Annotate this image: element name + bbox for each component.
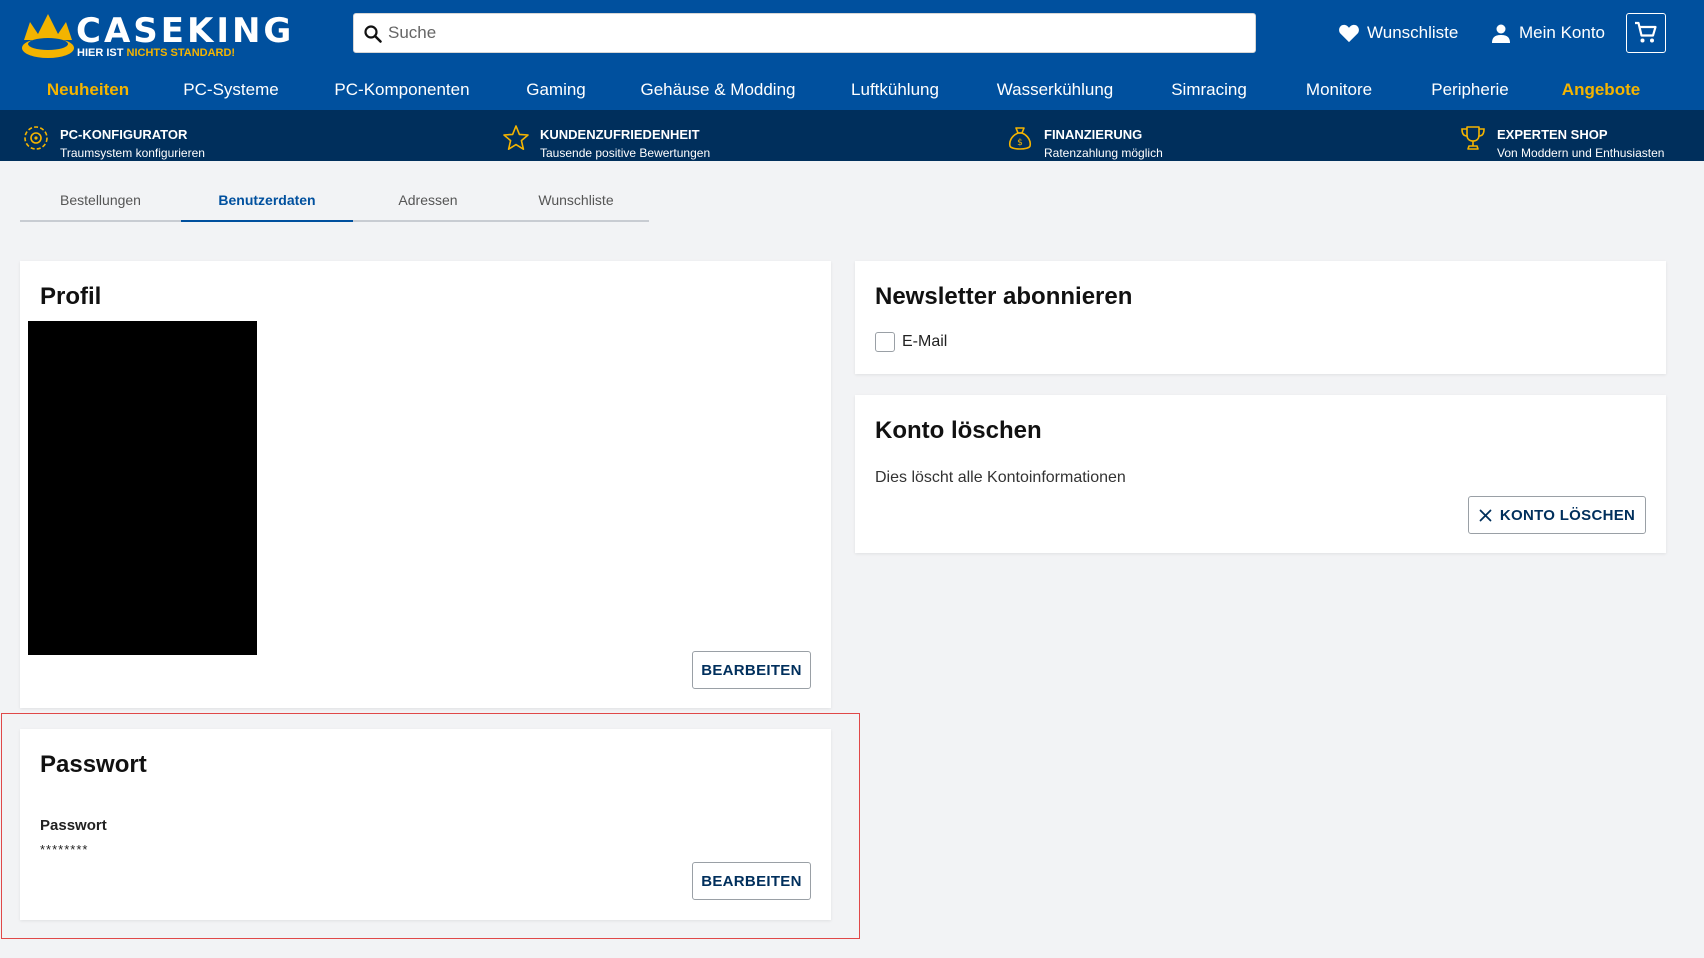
nav-item-pc-komponenten[interactable]: PC-Komponenten	[334, 80, 469, 100]
wishlist-link[interactable]: Wunschliste	[1338, 22, 1458, 44]
crown-logo-icon	[22, 14, 74, 58]
redacted-profile-data	[28, 321, 257, 655]
usp-subtitle: Tausende positive Bewertungen	[540, 146, 711, 160]
delete-account-description: Dies löscht alle Kontoinformationen	[875, 469, 1126, 486]
brand-name: CASEKING	[76, 11, 295, 51]
delete-account-button-label: KONTO LÖSCHEN	[1499, 506, 1636, 524]
profile-title: Profil	[40, 283, 102, 310]
usp-title: EXPERTEN SHOP	[1497, 127, 1608, 142]
gear-cog-icon	[24, 126, 48, 150]
brand-tagline: HIER IST NICHTS STANDARD!	[77, 47, 235, 59]
usp-title: PC-KONFIGURATOR	[60, 127, 188, 142]
highlight-box	[1, 713, 860, 939]
nav-item-gaming[interactable]: Gaming	[526, 80, 586, 100]
svg-text:$: $	[1017, 138, 1023, 148]
nav-item-gehaeuse-modding[interactable]: Gehäuse & Modding	[641, 80, 796, 100]
user-icon	[1492, 24, 1510, 43]
close-icon	[1479, 509, 1492, 521]
tab-adressen[interactable]: Adressen	[353, 190, 503, 222]
page: CASEKING HIER IST NICHTS STANDARD! Wunsc…	[0, 0, 1704, 958]
account-label: Mein Konto	[1519, 23, 1605, 42]
delete-account-button[interactable]: KONTO LÖSCHEN	[1468, 496, 1646, 534]
account-tabs: Bestellungen Benutzerdaten Adressen Wuns…	[20, 190, 649, 222]
usp-title: FINANZIERUNG	[1044, 127, 1143, 142]
site-header: CASEKING HIER IST NICHTS STANDARD! Wunsc…	[0, 0, 1704, 161]
email-checkbox-label[interactable]: E-Mail	[902, 333, 947, 351]
delete-account-title: Konto löschen	[875, 417, 1042, 444]
tagline-accent: NICHTS STANDARD!	[126, 47, 236, 59]
header-top-bar: CASEKING HIER IST NICHTS STANDARD! Wunsc…	[0, 0, 1704, 68]
cart-button[interactable]	[1626, 13, 1666, 53]
search-input[interactable]	[388, 14, 1248, 52]
search-icon[interactable]	[364, 25, 382, 43]
usp-subtitle: Ratenzahlung möglich	[1044, 146, 1163, 160]
caseking-logo[interactable]: CASEKING HIER IST NICHTS STANDARD!	[20, 8, 291, 62]
account-link[interactable]: Mein Konto	[1490, 22, 1605, 44]
wishlist-label: Wunschliste	[1367, 23, 1459, 42]
newsletter-card: Newsletter abonnieren E-Mail	[855, 261, 1666, 374]
shopping-cart-icon	[1635, 21, 1657, 43]
profile-edit-button[interactable]: BEARBEITEN	[692, 651, 811, 689]
nav-item-wasserkuehlung[interactable]: Wasserkühlung	[997, 80, 1114, 100]
nav-item-monitore[interactable]: Monitore	[1306, 80, 1372, 100]
delete-account-card: Konto löschen Dies löscht alle Kontoinfo…	[855, 395, 1666, 553]
nav-item-luftkuehlung[interactable]: Luftkühlung	[851, 80, 939, 100]
usp-title: KUNDENZUFRIEDENHEIT	[540, 127, 700, 142]
nav-item-peripherie[interactable]: Peripherie	[1431, 80, 1509, 100]
tab-benutzerdaten[interactable]: Benutzerdaten	[181, 190, 353, 222]
tab-bestellungen[interactable]: Bestellungen	[20, 190, 181, 222]
nav-item-pc-systeme[interactable]: PC-Systeme	[183, 80, 278, 100]
heart-icon	[1339, 24, 1359, 43]
star-icon	[503, 125, 529, 150]
main-navigation: Neuheiten PC-Systeme PC-Komponenten Gami…	[0, 72, 1704, 106]
usp-bar: PC-KONFIGURATOR Traumsystem konfiguriere…	[0, 110, 1704, 161]
search-bar	[353, 13, 1256, 53]
trophy-icon	[1461, 126, 1485, 150]
profile-card: Profil BEARBEITEN	[20, 261, 831, 708]
money-bag-icon: $	[1008, 127, 1032, 150]
nav-item-simracing[interactable]: Simracing	[1171, 80, 1247, 100]
newsletter-title: Newsletter abonnieren	[875, 283, 1133, 310]
usp-subtitle: Von Moddern und Enthusiasten	[1497, 146, 1665, 160]
nav-item-angebote[interactable]: Angebote	[1562, 80, 1640, 100]
nav-item-neuheiten[interactable]: Neuheiten	[47, 80, 129, 100]
tab-wunschliste[interactable]: Wunschliste	[503, 190, 649, 222]
email-checkbox[interactable]	[875, 332, 895, 352]
usp-subtitle: Traumsystem konfigurieren	[60, 146, 205, 160]
tagline-white: HIER IST	[77, 47, 124, 59]
